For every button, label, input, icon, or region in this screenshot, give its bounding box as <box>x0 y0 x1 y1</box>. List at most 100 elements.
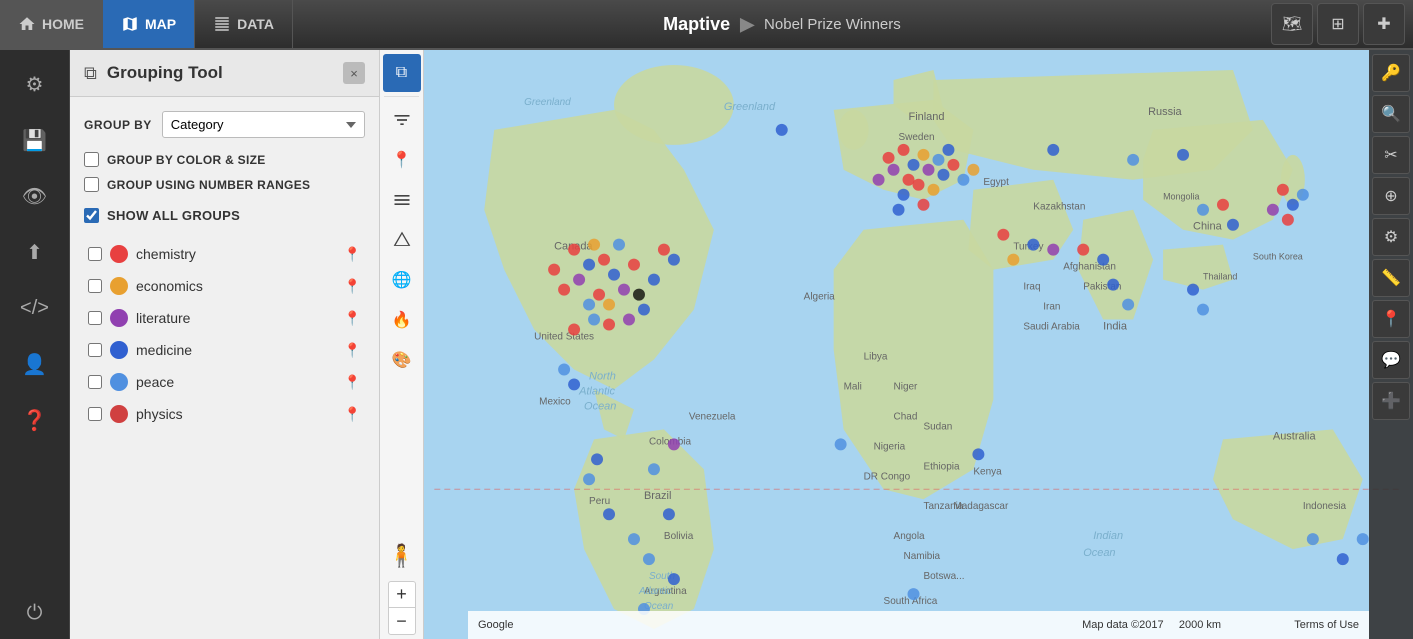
color-size-label[interactable]: GROUP BY COLOR & SIZE <box>107 153 266 167</box>
map-label: MAP <box>145 16 176 32</box>
svg-text:Mexico: Mexico <box>539 396 571 407</box>
sidebar-help[interactable]: ❓ <box>9 394 61 446</box>
sidebar-share[interactable]: ⬆ <box>9 226 61 278</box>
rt-key-icon[interactable]: 🔑 <box>1372 54 1410 92</box>
svg-text:Afghanistan: Afghanistan <box>1063 262 1116 273</box>
group-pin-literature[interactable]: 📍 <box>344 310 361 327</box>
color-size-row: GROUP BY COLOR & SIZE <box>84 152 365 167</box>
sidebar-view[interactable]: 👁 <box>9 170 61 222</box>
sidebar-save[interactable]: 💾 <box>9 114 61 166</box>
panel-close-button[interactable]: × <box>343 62 365 84</box>
svg-text:Ocean: Ocean <box>584 400 616 412</box>
group-checkbox-chemistry[interactable] <box>88 247 102 261</box>
right-toolbar: 🔑 🔍 ✂ ⊕ ⚙ 📏 📍 💬 ➕ <box>1369 50 1413 639</box>
rt-zoom-rect-icon[interactable]: ⊕ <box>1372 177 1410 215</box>
show-all-checkbox[interactable] <box>84 208 99 223</box>
color-size-checkbox[interactable] <box>84 152 99 167</box>
svg-text:Iran: Iran <box>1043 302 1060 313</box>
rt-add-pin-icon[interactable]: ➕ <box>1372 382 1410 420</box>
tool-pin[interactable]: 📍 <box>383 141 421 179</box>
tool-globe[interactable]: 🌐 <box>383 261 421 299</box>
group-by-row: GROUP BY Category Name Value <box>84 111 365 138</box>
map-footer: Google Map data ©2017 2000 km Terms of U… <box>468 611 1369 639</box>
nav-title: Maptive ▶ Nobel Prize Winners <box>293 14 1271 35</box>
tool-flame[interactable]: 🔥 <box>383 301 421 339</box>
nav-map-icon[interactable]: 🗺 <box>1271 3 1313 45</box>
svg-text:Peru: Peru <box>589 496 610 507</box>
group-pin-physics[interactable]: 📍 <box>344 406 361 423</box>
group-color-economics <box>110 277 128 295</box>
group-pin-chemistry[interactable]: 📍 <box>344 246 361 263</box>
svg-text:Egypt: Egypt <box>983 177 1009 188</box>
group-by-select[interactable]: Category Name Value <box>162 111 365 138</box>
rt-scissors-icon[interactable]: ✂ <box>1372 136 1410 174</box>
group-checkbox-literature[interactable] <box>88 311 102 325</box>
svg-text:Thailand: Thailand <box>1203 272 1237 282</box>
rt-settings-map-icon[interactable]: ⚙ <box>1372 218 1410 256</box>
group-item-economics: economics 📍 <box>84 271 365 301</box>
svg-text:Ethiopia: Ethiopia <box>923 461 959 472</box>
group-pin-economics[interactable]: 📍 <box>344 278 361 295</box>
svg-text:DR Congo: DR Congo <box>864 471 911 482</box>
show-all-label[interactable]: SHOW ALL GROUPS <box>107 208 240 223</box>
zoom-out-button[interactable]: − <box>389 608 415 634</box>
group-item-peace: peace📍 <box>84 367 365 397</box>
svg-text:Ocean: Ocean <box>1083 547 1115 559</box>
rt-ruler-icon[interactable]: 📏 <box>1372 259 1410 297</box>
tool-shape[interactable] <box>383 221 421 259</box>
number-ranges-row: GROUP USING NUMBER RANGES <box>84 177 365 192</box>
nav-plus-icon[interactable]: ✚ <box>1363 3 1405 45</box>
data-label: DATA <box>237 16 274 32</box>
group-name-physics: physics <box>136 406 336 422</box>
tool-style[interactable] <box>383 181 421 219</box>
svg-text:Botswa...: Botswa... <box>923 571 964 582</box>
svg-text:China: China <box>1193 221 1223 233</box>
nav-right-icons: 🗺 ⊞ ✚ <box>1271 3 1413 45</box>
group-pin-peace[interactable]: 📍 <box>344 374 361 391</box>
group-checkbox-peace[interactable] <box>88 375 102 389</box>
group-color-medicine <box>110 341 128 359</box>
sidebar-code[interactable]: </> <box>9 282 61 334</box>
nav-layers-icon[interactable]: ⊞ <box>1317 3 1359 45</box>
svg-text:Greenland: Greenland <box>524 97 571 108</box>
sidebar-user[interactable]: 👤 <box>9 338 61 390</box>
svg-text:Indian: Indian <box>1093 530 1123 542</box>
svg-text:North: North <box>589 370 616 382</box>
zoom-in-button[interactable]: + <box>389 582 415 608</box>
app-name: Maptive <box>663 14 730 35</box>
svg-text:Brazil: Brazil <box>644 490 671 502</box>
svg-text:India: India <box>1103 321 1128 333</box>
panel-icon: ⧉ <box>84 63 97 84</box>
group-name-chemistry: chemistry <box>136 246 336 262</box>
group-checkbox-medicine[interactable] <box>88 343 102 357</box>
group-checkbox-physics[interactable] <box>88 407 102 421</box>
tool-divider-1 <box>384 96 418 97</box>
svg-text:Atlantic: Atlantic <box>638 586 672 597</box>
number-ranges-checkbox[interactable] <box>84 177 99 192</box>
svg-text:Venezuela: Venezuela <box>689 411 736 422</box>
group-item-physics: physics 📍 <box>84 399 365 429</box>
map-button[interactable]: MAP <box>103 0 195 48</box>
group-item-chemistry: chemistry 📍 <box>84 239 365 269</box>
svg-text:Russia: Russia <box>1148 106 1182 118</box>
tool-filter[interactable] <box>383 101 421 139</box>
data-button[interactable]: DATA <box>195 0 293 48</box>
home-button[interactable]: HOME <box>0 0 103 48</box>
tool-palette[interactable]: 🎨 <box>383 341 421 379</box>
sidebar-power[interactable]: ⏻ <box>9 587 61 639</box>
svg-text:Mongolia: Mongolia <box>1163 192 1199 202</box>
rt-speech-icon[interactable]: 💬 <box>1372 341 1410 379</box>
number-ranges-label[interactable]: GROUP USING NUMBER RANGES <box>107 178 310 192</box>
group-name-economics: economics <box>136 278 336 294</box>
svg-text:Indonesia: Indonesia <box>1303 501 1347 512</box>
tool-grouping[interactable]: ⧉ <box>383 54 421 92</box>
svg-text:Atlantic: Atlantic <box>578 385 615 397</box>
google-label: Google <box>478 619 513 631</box>
group-checkbox-economics[interactable] <box>88 279 102 293</box>
sidebar-settings[interactable]: ⚙ <box>9 58 61 110</box>
map-background[interactable]: Canada United States Brazil Algeria Liby… <box>424 50 1413 639</box>
tool-person[interactable]: 🧍 <box>383 537 421 575</box>
rt-search-icon[interactable]: 🔍 <box>1372 95 1410 133</box>
group-pin-medicine[interactable]: 📍 <box>344 342 361 359</box>
rt-pin-search-icon[interactable]: 📍 <box>1372 300 1410 338</box>
